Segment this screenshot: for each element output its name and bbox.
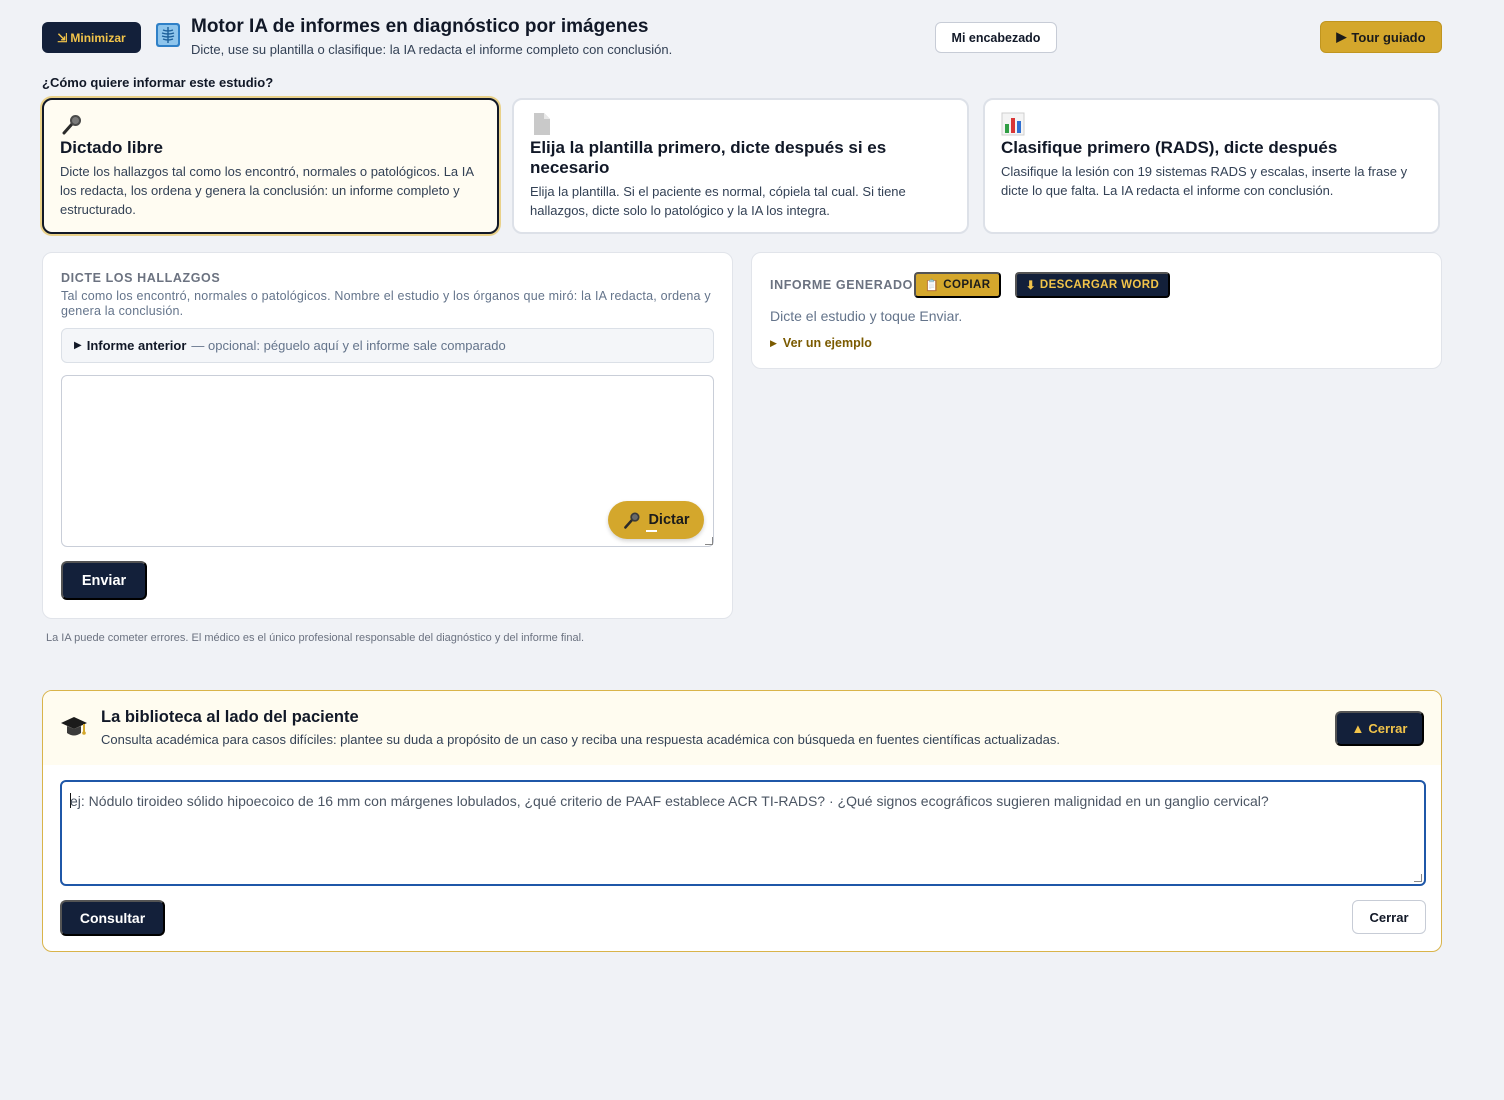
- dictate-button[interactable]: Dictar: [608, 501, 704, 539]
- dictation-hint: Tal como los encontró, normales o patoló…: [61, 289, 711, 318]
- mode-card-template-first[interactable]: Elija la plantilla primero, dicte despué…: [512, 98, 969, 234]
- guided-tour-label: Tour guiado: [1351, 29, 1426, 45]
- see-example-toggle[interactable]: ▶ Ver un ejemplo: [770, 336, 872, 350]
- disclosure-triangle-icon: ▶: [74, 340, 82, 351]
- microphone-icon: [624, 512, 640, 529]
- previous-report-hint: — opcional: péguelo aquí y el informe sa…: [191, 338, 506, 353]
- library-title: La biblioteca al lado del paciente: [101, 708, 359, 726]
- download-word-button[interactable]: ⬇ DESCARGAR WORD: [1015, 272, 1170, 298]
- mode-description: Dicte los hallazgos tal como los encontr…: [60, 164, 474, 217]
- report-panel: INFORME GENERADO 📋 COPIAR ⬇ DESCARGAR WO…: [751, 252, 1442, 369]
- collapse-library-button[interactable]: ▲ Cerrar: [1335, 711, 1424, 746]
- triangle-up-icon: ▲: [1351, 721, 1365, 736]
- xray-icon: [156, 23, 180, 47]
- previous-report-toggle[interactable]: ▶ Informe anterior — opcional: péguelo a…: [61, 328, 714, 363]
- minimize-button[interactable]: ⇲ Minimizar: [42, 22, 141, 53]
- recording-indicator: [646, 530, 657, 532]
- bar-chart-icon: [1001, 112, 1025, 136]
- previous-report-title: Informe anterior: [86, 338, 187, 353]
- download-word-label: DESCARGAR WORD: [1039, 279, 1160, 291]
- collapse-library-label: Cerrar: [1368, 721, 1408, 736]
- mode-title: Elija la plantilla primero, dicte despué…: [530, 138, 887, 177]
- app-subtitle: Dicte, use su plantilla o clasifique: la…: [191, 42, 673, 57]
- resize-handle[interactable]: [705, 537, 713, 545]
- copy-button[interactable]: 📋 COPIAR: [914, 272, 1001, 298]
- guided-tour-button[interactable]: ▶ Tour guiado: [1320, 21, 1442, 53]
- dictation-label: DICTE LOS HALLAZGOS: [61, 271, 221, 285]
- microphone-icon: [62, 115, 81, 135]
- close-library-button[interactable]: Cerrar: [1352, 900, 1426, 934]
- minimize-label: Minimizar: [70, 30, 126, 45]
- disclosure-triangle-icon: ▶: [770, 337, 777, 348]
- dictate-label: Dictar: [648, 512, 690, 528]
- send-button[interactable]: Enviar: [61, 561, 147, 600]
- library-subtitle: Consulta académica para casos difíciles:…: [101, 732, 1060, 747]
- dictation-panel: DICTE LOS HALLAZGOS Tal como los encontr…: [42, 252, 733, 619]
- academic-query-textarea[interactable]: ej: Nódulo tiroideo sólido hipoecoico de…: [60, 780, 1426, 886]
- graduation-cap-icon: [61, 717, 87, 736]
- arrow-down-right-icon: ⇲: [57, 30, 68, 45]
- library-header: [43, 691, 1441, 765]
- consult-button[interactable]: Consultar: [60, 900, 165, 936]
- see-example-label: Ver un ejemplo: [782, 336, 872, 350]
- my-header-button[interactable]: Mi encabezado: [935, 22, 1057, 53]
- copy-label: COPIAR: [943, 279, 991, 291]
- report-placeholder: Dicte el estudio y toque Enviar.: [770, 308, 963, 324]
- mode-description: Clasifique la lesión con 19 sistemas RAD…: [1001, 164, 1408, 198]
- mode-card-rads-first[interactable]: Clasifique primero (RADS), dicte después…: [983, 98, 1440, 234]
- play-icon: ▶: [1336, 29, 1347, 44]
- query-placeholder: ej: Nódulo tiroideo sólido hipoecoico de…: [70, 793, 1269, 809]
- mode-title: Clasifique primero (RADS), dicte después: [1001, 138, 1338, 157]
- mode-title: Dictado libre: [60, 138, 163, 157]
- app-title: Motor IA de informes en diagnóstico por …: [191, 16, 649, 37]
- download-icon: ⬇: [1025, 280, 1036, 292]
- document-icon: [534, 113, 550, 135]
- library-panel: La biblioteca al lado del paciente Consu…: [42, 690, 1442, 952]
- resize-handle[interactable]: [1414, 874, 1422, 882]
- report-label: INFORME GENERADO: [770, 278, 913, 292]
- ai-disclaimer: La IA puede cometer errores. El médico e…: [46, 632, 585, 644]
- mode-description: Elija la plantilla. Si el paciente es no…: [530, 184, 906, 218]
- mode-card-free-dictation[interactable]: Dictado libre Dicte los hallazgos tal co…: [42, 98, 499, 234]
- clipboard-icon: 📋: [924, 280, 940, 292]
- mode-question: ¿Cómo quiere informar este estudio?: [42, 75, 274, 90]
